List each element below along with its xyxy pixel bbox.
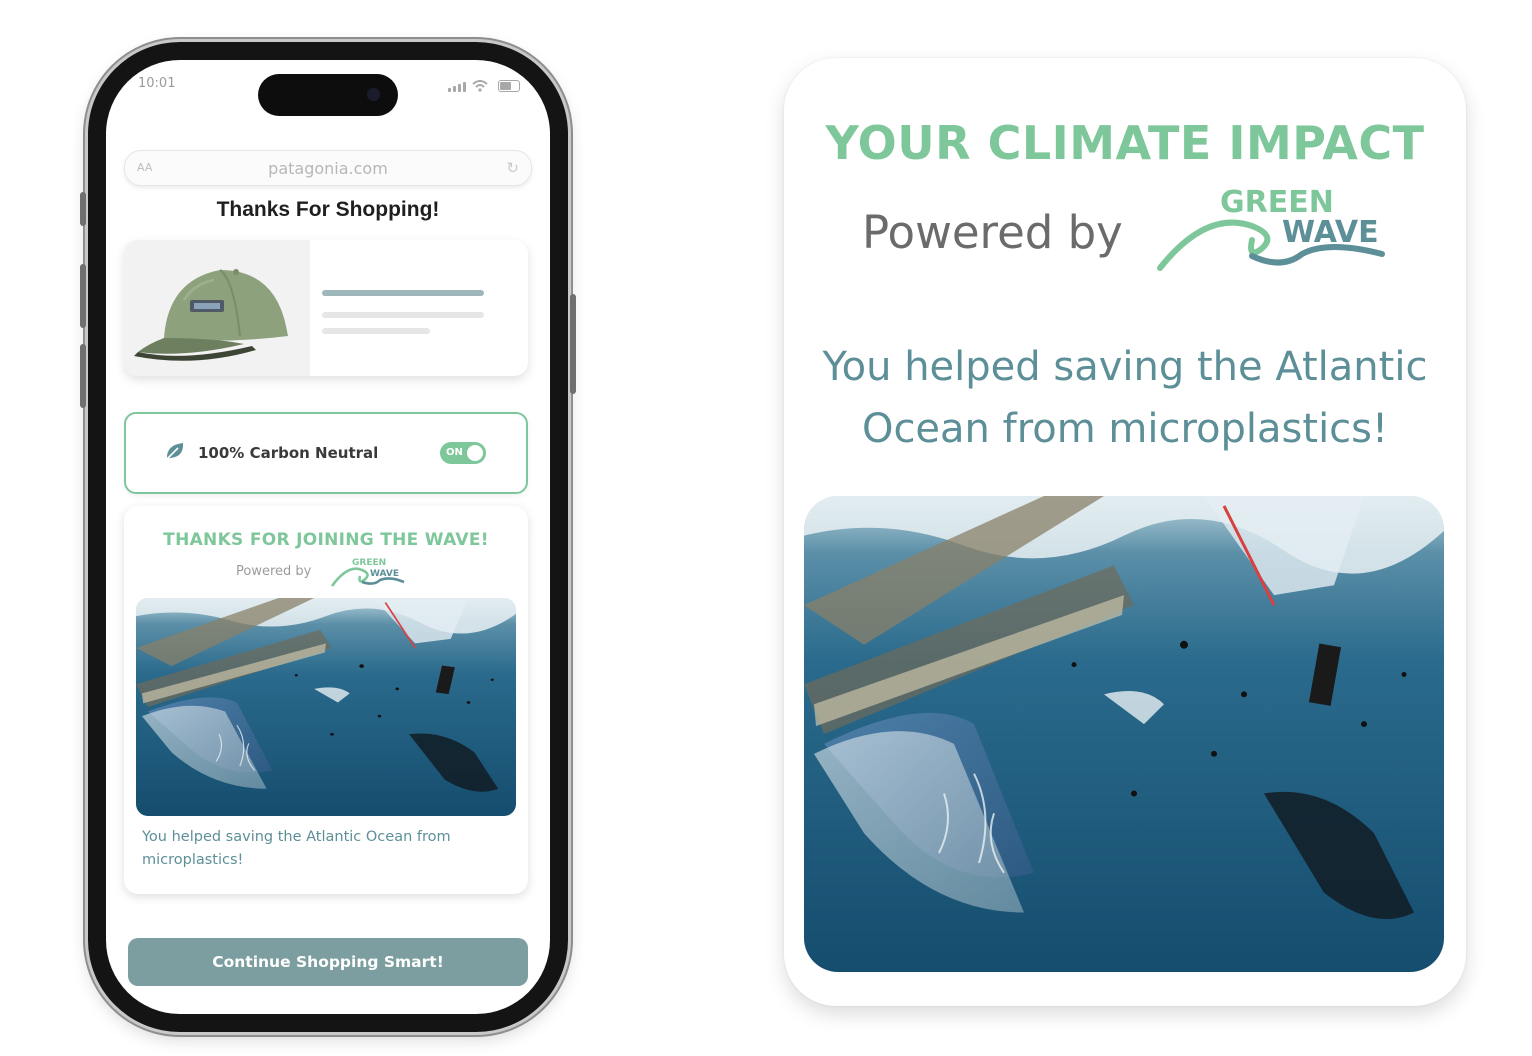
carbon-neutral-option: 100% Carbon Neutral ON bbox=[124, 412, 528, 494]
phone-volume-down-button bbox=[80, 344, 86, 408]
toggle-state-label: ON bbox=[446, 447, 463, 458]
confirmation-title: Thanks For Shopping! bbox=[216, 198, 440, 221]
url-text: patagonia.com bbox=[268, 159, 388, 178]
wave-card-title: THANKS FOR JOINING THE WAVE! bbox=[163, 530, 489, 550]
continue-shopping-button[interactable]: Continue Shopping Smart! bbox=[128, 938, 528, 986]
powered-by-label: Powered by bbox=[236, 564, 312, 579]
product-detail-line-1 bbox=[322, 290, 484, 296]
powered-by-label-large: Powered by bbox=[862, 206, 1123, 259]
carbon-neutral-toggle[interactable]: ON bbox=[440, 442, 486, 464]
phone-power-button bbox=[570, 294, 576, 394]
phone-volume-up-button bbox=[80, 264, 86, 328]
impact-message: You helped saving the Atlantic Ocean fro… bbox=[784, 336, 1466, 460]
dynamic-island bbox=[258, 74, 398, 116]
product-detail-line-2 bbox=[322, 312, 484, 318]
reload-icon[interactable]: ↻ bbox=[506, 159, 519, 177]
wifi-icon bbox=[472, 80, 488, 92]
phone-action-button bbox=[80, 192, 86, 226]
climate-impact-card: YOUR CLIMATE IMPACT Powered by GREEN WAV… bbox=[784, 58, 1466, 1006]
green-wave-card: THANKS FOR JOINING THE WAVE! Powered by … bbox=[124, 506, 528, 894]
logo-wave-text: WAVE bbox=[370, 569, 399, 579]
impact-message-line-1: You helped saving the Atlantic bbox=[822, 344, 1428, 390]
order-product-card bbox=[124, 240, 528, 376]
logo-green-text: GREEN bbox=[352, 558, 386, 568]
toggle-knob bbox=[467, 445, 483, 461]
logo-wave-text-large: WAVE bbox=[1282, 215, 1379, 250]
impact-message-line-2: Ocean from microplastics! bbox=[861, 406, 1389, 452]
green-wave-logo-large: GREEN WAVE bbox=[1157, 185, 1385, 271]
leaf-icon bbox=[166, 443, 184, 460]
cap-product-image bbox=[124, 240, 310, 376]
impact-title: YOUR CLIMATE IMPACT bbox=[825, 116, 1425, 170]
ocean-microplastics-image-large bbox=[804, 496, 1444, 972]
status-icons bbox=[448, 80, 520, 92]
carbon-neutral-label: 100% Carbon Neutral bbox=[198, 444, 379, 462]
ocean-microplastics-image bbox=[136, 598, 516, 816]
wave-card-message: You helped saving the Atlantic Ocean fro… bbox=[142, 829, 451, 868]
product-detail-line-3 bbox=[322, 328, 430, 334]
browser-address-bar[interactable]: AA patagonia.com ↻ bbox=[124, 150, 532, 186]
phone-mockup: 10:01 AA patagonia.com ↻ Thanks For Shop… bbox=[80, 42, 576, 1032]
front-camera bbox=[367, 88, 380, 101]
green-wave-logo: GREEN WAVE bbox=[330, 558, 405, 587]
cellular-signal-icon bbox=[448, 82, 466, 92]
phone-screen: 10:01 AA patagonia.com ↻ Thanks For Shop… bbox=[106, 60, 550, 1014]
status-time: 10:01 bbox=[138, 76, 176, 91]
battery-icon bbox=[498, 80, 520, 92]
